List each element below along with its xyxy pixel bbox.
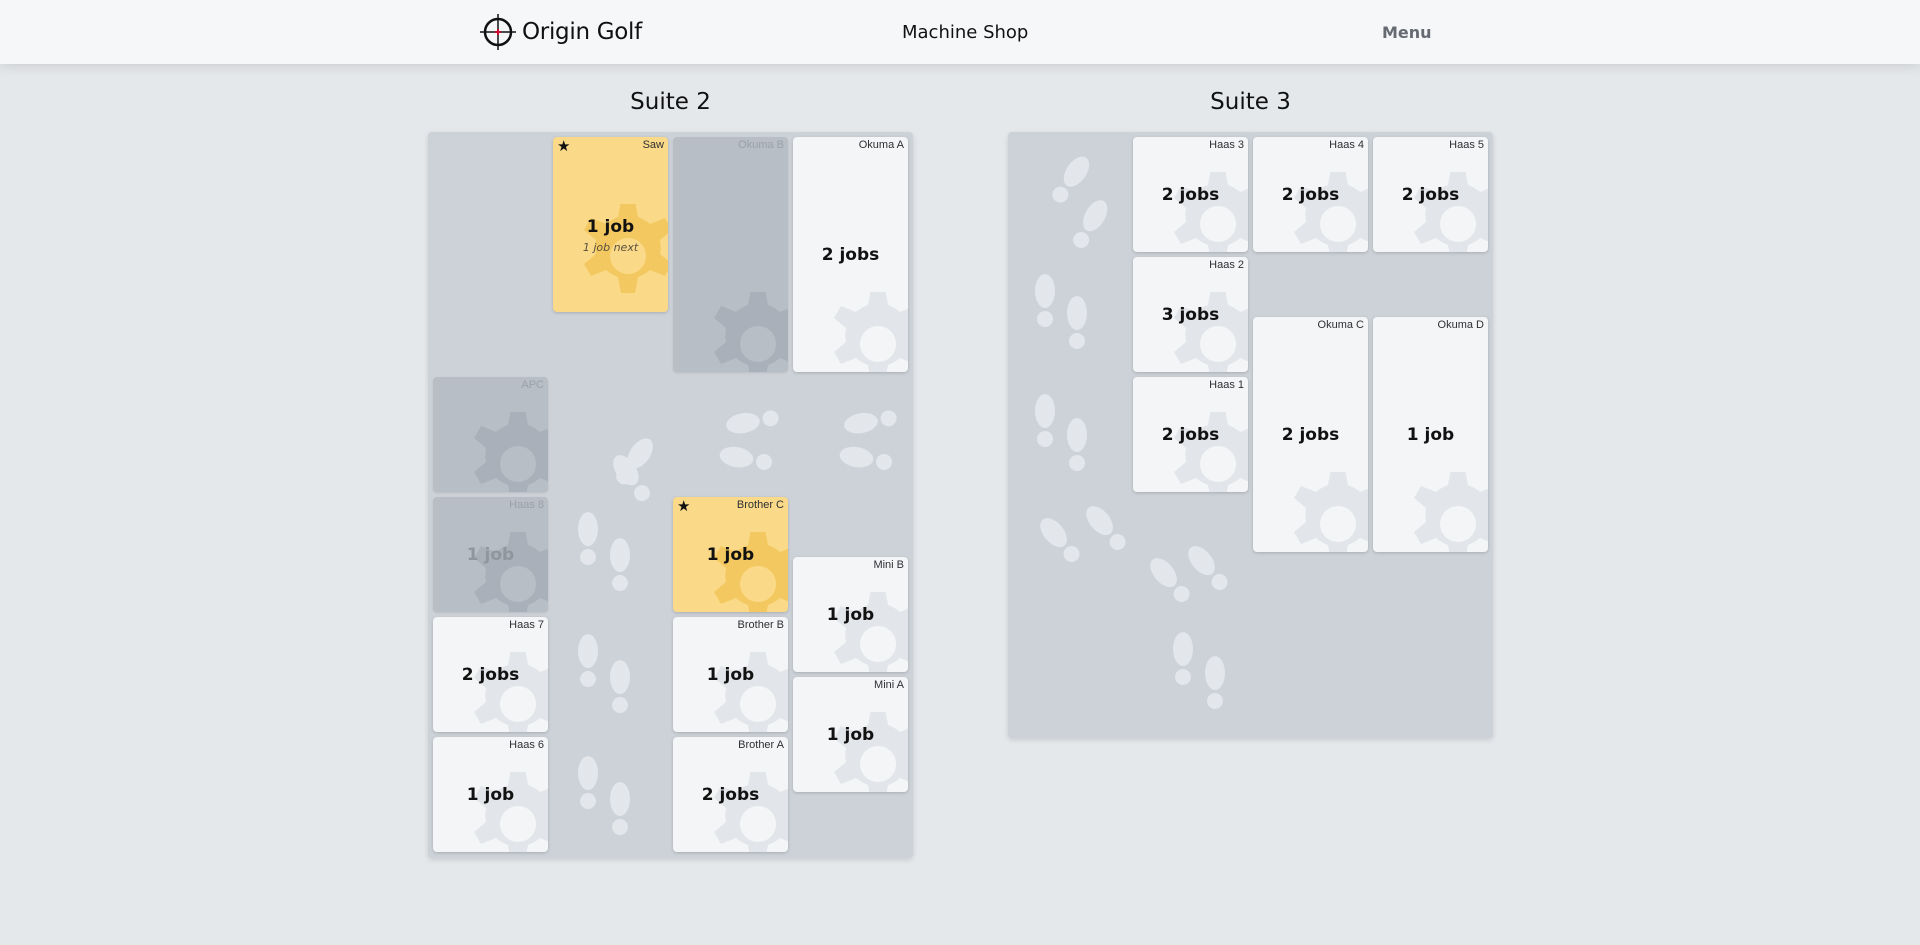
machine-name: Haas 2: [1209, 259, 1244, 271]
job-count: 2 jobs: [461, 664, 520, 685]
job-count: 1 job: [826, 604, 875, 625]
crosshair-logo-icon: [480, 14, 516, 50]
job-count: 1 job: [706, 544, 755, 565]
machine-card-haas-8[interactable]: Haas 8 1 job: [433, 497, 548, 612]
suite-2-title: Suite 2: [630, 89, 711, 115]
job-count: 2 jobs: [701, 784, 760, 805]
job-count: 1 job: [466, 544, 515, 565]
machine-name: Brother B: [737, 619, 784, 631]
machine-name: Haas 5: [1449, 139, 1484, 151]
star-icon: ★: [557, 137, 571, 155]
machine-card-okuma-b[interactable]: Okuma B: [673, 137, 788, 372]
machine-name: Haas 4: [1329, 139, 1364, 151]
machine-card-okuma-d[interactable]: Okuma D 1 job: [1373, 317, 1488, 552]
machine-card-brother-b[interactable]: Brother B 1 job: [673, 617, 788, 732]
brand-name: Origin Golf: [522, 19, 642, 45]
job-count: 1 job: [466, 784, 515, 805]
menu-button[interactable]: Menu: [1382, 23, 1432, 42]
job-count: 1 job: [1406, 424, 1455, 445]
machine-name: Haas 1: [1209, 379, 1244, 391]
machine-name: Haas 3: [1209, 139, 1244, 151]
next-job-note: 1 job next: [582, 241, 639, 254]
job-count: 2 jobs: [1161, 184, 1220, 205]
machine-card-haas-7[interactable]: Haas 7 2 jobs: [433, 617, 548, 732]
machine-name: APC: [521, 379, 544, 391]
machine-card-haas-5[interactable]: Haas 5 2 jobs: [1373, 137, 1488, 252]
machine-name: Mini A: [874, 679, 904, 691]
gear-icon: [1414, 472, 1488, 552]
gear-icon: [1294, 472, 1368, 552]
machine-name: Okuma A: [858, 139, 904, 151]
brand-logo[interactable]: Origin Golf: [478, 12, 642, 52]
machine-card-haas-1[interactable]: Haas 1 2 jobs: [1133, 377, 1248, 492]
gear-icon: [714, 292, 788, 372]
machine-name: Brother C: [736, 499, 784, 511]
job-count: 2 jobs: [821, 244, 880, 265]
star-icon: ★: [677, 497, 691, 515]
job-count: 1 job: [706, 664, 755, 685]
machine-name: Brother A: [738, 739, 784, 751]
machine-name: Okuma D: [1437, 319, 1484, 331]
job-count: 1 job: [586, 217, 635, 237]
machine-card-haas-3[interactable]: Haas 3 2 jobs: [1133, 137, 1248, 252]
machine-card-mini-b[interactable]: Mini B 1 job: [793, 557, 908, 672]
job-count: 2 jobs: [1281, 184, 1340, 205]
gear-icon: [834, 292, 908, 372]
page-title: Machine Shop: [902, 22, 1029, 43]
suite-3-floor: Haas 3 2 jobs Haas 4 2 jobs Haas 5 2 job…: [1008, 132, 1493, 738]
machine-card-haas-2[interactable]: Haas 2 3 jobs: [1133, 257, 1248, 372]
machine-name: Mini B: [873, 559, 904, 571]
machine-card-saw[interactable]: ★ Saw 1 job 1 job next: [553, 137, 668, 312]
job-count: 2 jobs: [1281, 424, 1340, 445]
machine-name: Saw: [642, 139, 664, 151]
machine-name: Haas 8: [509, 499, 544, 511]
job-count: 3 jobs: [1161, 304, 1220, 325]
machine-card-brother-a[interactable]: Brother A 2 jobs: [673, 737, 788, 852]
machine-card-brother-c[interactable]: ★ Brother C 1 job: [673, 497, 788, 612]
machine-card-okuma-c[interactable]: Okuma C 2 jobs: [1253, 317, 1368, 552]
machine-card-mini-a[interactable]: Mini A 1 job: [793, 677, 908, 792]
suite-2-floor: ★ Saw 1 job 1 job next Okuma B Okuma A 2…: [428, 132, 913, 858]
machine-card-haas-6[interactable]: Haas 6 1 job: [433, 737, 548, 852]
machine-card-okuma-a[interactable]: Okuma A 2 jobs: [793, 137, 908, 372]
machine-name: Okuma B: [738, 139, 784, 151]
top-navbar: Origin Golf Machine Shop Menu: [0, 0, 1920, 64]
job-count: 1 job: [826, 724, 875, 745]
suite-3-title: Suite 3: [1210, 89, 1291, 115]
machine-name: Okuma C: [1317, 319, 1364, 331]
job-count: 2 jobs: [1161, 424, 1220, 445]
job-count: 2 jobs: [1401, 184, 1460, 205]
gear-icon: [474, 412, 548, 492]
machine-card-apc[interactable]: APC: [433, 377, 548, 492]
machine-name: Haas 7: [509, 619, 544, 631]
footprints-icon: [578, 512, 630, 835]
machine-name: Haas 6: [509, 739, 544, 751]
machine-card-haas-4[interactable]: Haas 4 2 jobs: [1253, 137, 1368, 252]
